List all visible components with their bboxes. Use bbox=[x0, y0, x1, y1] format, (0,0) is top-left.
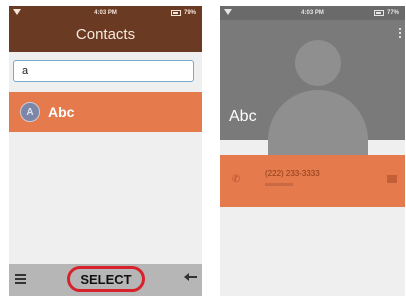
avatar: A bbox=[20, 102, 40, 122]
avatar-placeholder-body bbox=[268, 90, 368, 160]
battery-level: 79% bbox=[183, 10, 196, 16]
select-button[interactable]: SELECT bbox=[67, 266, 145, 292]
contact-name: Abc bbox=[229, 108, 257, 125]
battery-icon bbox=[373, 10, 384, 16]
contacts-screen: 4:03 PM 79% Contacts A Abc SELECT bbox=[9, 6, 202, 296]
contact-name: Abc bbox=[48, 104, 75, 120]
search-area bbox=[9, 52, 202, 92]
menu-icon[interactable] bbox=[15, 274, 26, 284]
list-item[interactable]: A Abc bbox=[9, 92, 202, 132]
message-icon[interactable] bbox=[387, 175, 397, 183]
phone-icon: ✆ bbox=[232, 174, 241, 185]
bottom-toolbar: SELECT bbox=[9, 264, 202, 296]
contact-detail-screen: 4:03 PM 77% Abc ✆ (222) 233-3333 bbox=[220, 6, 405, 296]
profile-header: Abc bbox=[220, 20, 405, 160]
phone-number-row[interactable]: ✆ (222) 233-3333 bbox=[220, 155, 405, 207]
more-options-icon[interactable] bbox=[399, 28, 401, 38]
back-arrow-icon[interactable] bbox=[184, 273, 197, 281]
battery-level: 77% bbox=[386, 10, 399, 16]
page-title: Contacts bbox=[9, 20, 202, 52]
battery-icon bbox=[170, 10, 181, 16]
phone-type-label bbox=[265, 183, 293, 186]
avatar-placeholder-icon bbox=[295, 40, 341, 86]
phone-number: (222) 233-3333 bbox=[265, 169, 320, 178]
status-bar: 4:03 PM 77% bbox=[220, 6, 405, 20]
status-bar: 4:03 PM 79% bbox=[9, 6, 202, 20]
search-input[interactable] bbox=[13, 60, 194, 82]
